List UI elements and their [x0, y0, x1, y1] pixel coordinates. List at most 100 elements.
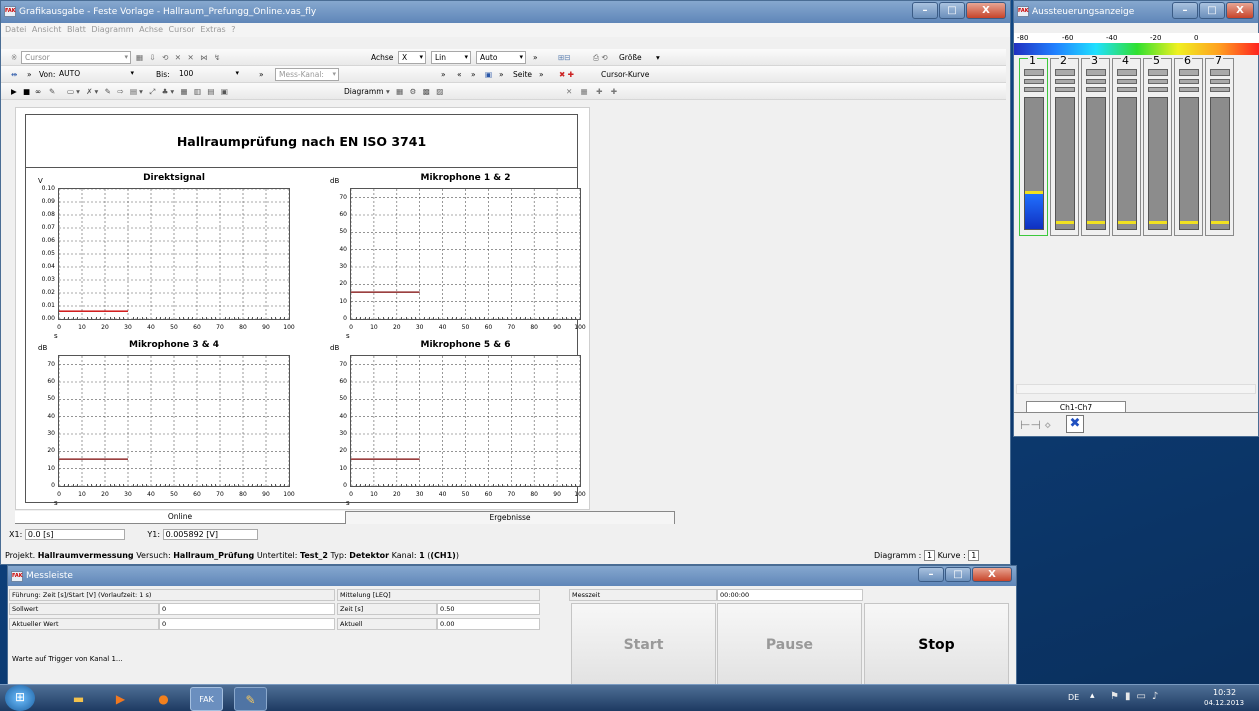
maximize-button[interactable]: □: [939, 2, 965, 19]
groesse-label[interactable]: Größe: [619, 49, 642, 66]
chevron-icon-4[interactable]: »: [471, 66, 476, 83]
plot-area: [58, 188, 290, 320]
x-minor-tick: [460, 317, 462, 320]
menu-extras[interactable]: Extras: [200, 25, 225, 34]
versuch-value: Hallraum_Prüfung: [173, 551, 255, 560]
bis-combo[interactable]: 100: [176, 68, 241, 81]
menu-diagramm[interactable]: Diagramm: [91, 25, 133, 34]
tray-icons[interactable]: ⚑▮▭♪: [1110, 691, 1164, 702]
x-minor-tick: [451, 317, 453, 320]
play-icon[interactable]: ▶: [11, 83, 17, 100]
cross-icon[interactable]: ✖: [1066, 415, 1084, 433]
meter-channel-2[interactable]: 2: [1050, 55, 1079, 236]
scale-combo[interactable]: Lin: [431, 51, 471, 64]
messleiste-titlebar[interactable]: FAK Messleiste – □ X: [8, 566, 1016, 586]
plot-svg[interactable]: [59, 189, 289, 319]
cursor-combo[interactable]: Cursor: [21, 51, 131, 64]
meter-channel-1[interactable]: 1: [1019, 55, 1048, 236]
paint-icon[interactable]: ✎: [234, 687, 267, 711]
y-tick-label: 0.05: [41, 250, 55, 257]
zeit-value[interactable]: 0.50: [437, 603, 540, 615]
meter-peak-box: [1179, 87, 1199, 92]
chevron-icon-2[interactable]: »: [259, 66, 264, 83]
toolbar3-icons[interactable]: ▭▾ ✗▾ ✎ ⇨ ▤▾ ⤢ ♣▾ ▦ ▥ ▤ ▣: [67, 83, 230, 100]
x-minor-tick: [91, 484, 93, 487]
fit-width-icon[interactable]: ⊢⊣: [1020, 418, 1041, 432]
pause-button[interactable]: Pause: [717, 603, 862, 686]
diagramm-icons[interactable]: ▾ ▦ ⚙ ▩ ▨: [386, 83, 445, 100]
chevron-icon[interactable]: »: [27, 66, 32, 83]
x-minor-tick: [470, 484, 472, 487]
loop-icon[interactable]: ∞: [35, 83, 41, 100]
x-minor-tick: [68, 484, 70, 487]
von-combo[interactable]: AUTO: [56, 68, 136, 81]
chevron-icon-3[interactable]: »: [441, 66, 446, 83]
menu-blatt[interactable]: Blatt: [67, 25, 86, 34]
menu-achse[interactable]: Achse: [139, 25, 163, 34]
meter-channel-6[interactable]: 6: [1174, 55, 1203, 236]
cursor-tools-icons[interactable]: ▦ ⇩ ⟲ ✕ ✕ ⋈ ↯: [136, 49, 222, 66]
zoom-icon[interactable]: ⇹: [11, 66, 17, 83]
plot-svg[interactable]: [59, 356, 289, 486]
stop-button[interactable]: Stop: [864, 603, 1009, 686]
sollwert-value: 0: [159, 603, 335, 615]
start-orb-icon[interactable]: ⊞: [5, 685, 35, 711]
minimize-button[interactable]: –: [912, 2, 938, 19]
clock-date[interactable]: 04.12.2013: [1204, 699, 1244, 707]
save-icon[interactable]: ▣: [485, 66, 492, 83]
chevron-icon-5[interactable]: »: [499, 66, 504, 83]
start-button[interactable]: Start: [571, 603, 716, 686]
menu-ansicht[interactable]: Ansicht: [32, 25, 62, 34]
meter-maximize-button[interactable]: □: [1199, 2, 1225, 19]
groesse-dropdown-icon[interactable]: ▾: [656, 49, 660, 66]
print-icon[interactable]: ⎙ ⟲: [593, 49, 608, 66]
meter-channel-4[interactable]: 4: [1112, 55, 1141, 236]
diagramm-status-value[interactable]: 1: [923, 550, 936, 561]
range-combo[interactable]: Auto: [476, 51, 526, 64]
firefox-icon[interactable]: ●: [147, 687, 180, 711]
x-minor-tick: [141, 484, 143, 487]
cursor-curve-icon[interactable]: ✖ ✚: [559, 66, 574, 83]
menu-datei[interactable]: Datei: [5, 25, 26, 34]
diagramm-label[interactable]: Diagramm: [344, 83, 384, 100]
messleiste-maximize-button[interactable]: □: [945, 567, 971, 582]
marker-icons[interactable]: ✕ ▦ ✚ ✚: [566, 83, 620, 100]
meter-channel-7[interactable]: 7: [1205, 55, 1234, 236]
messkanal-combo[interactable]: Mess-Kanal:: [275, 68, 339, 81]
achse-combo[interactable]: X: [398, 51, 426, 64]
meter-channel-5[interactable]: 5: [1143, 55, 1172, 236]
meter-scrollbar[interactable]: [1016, 384, 1256, 394]
clock-time[interactable]: 10:32: [1213, 688, 1236, 697]
meter-close-button[interactable]: X: [1226, 2, 1254, 19]
main-titlebar[interactable]: FAK Grafikausgabe - Feste Vorlage - Hall…: [1, 1, 1010, 23]
cursor-tool-icon[interactable]: ※: [11, 49, 17, 66]
messleiste-minimize-button[interactable]: –: [918, 567, 944, 582]
meter-channel-3[interactable]: 3: [1081, 55, 1110, 236]
meter-app-icon: FAK: [1017, 6, 1029, 17]
fak-app-icon[interactable]: FAK: [190, 687, 223, 711]
more-chevron-icon[interactable]: »: [533, 49, 538, 66]
explorer-icon[interactable]: ▬: [62, 687, 95, 711]
brush-icon[interactable]: ✎: [49, 83, 55, 100]
stop-icon[interactable]: ■: [23, 83, 30, 100]
plot-svg[interactable]: [351, 189, 580, 319]
kurve-status-value[interactable]: 1: [968, 550, 980, 561]
tab-online[interactable]: Online: [15, 511, 345, 524]
menu-help[interactable]: ?: [231, 25, 235, 34]
kanal-label: Kanal:: [391, 551, 417, 560]
tray-chevron-icon[interactable]: ▴: [1090, 691, 1095, 701]
lang-indicator[interactable]: DE: [1068, 693, 1079, 702]
menu-cursor[interactable]: Cursor: [169, 25, 195, 34]
meter-minimize-button[interactable]: –: [1172, 2, 1198, 19]
plot-svg[interactable]: [351, 356, 580, 486]
meter-titlebar[interactable]: FAK Aussteuerungsanzeige – □ X: [1014, 1, 1258, 23]
prev-page-icon[interactable]: «: [457, 66, 462, 83]
messleiste-close-button[interactable]: X: [972, 567, 1012, 582]
media-player-icon[interactable]: ▶: [104, 687, 137, 711]
fit-center-icon[interactable]: ⋄: [1044, 418, 1052, 432]
seite-label[interactable]: Seite: [513, 66, 532, 83]
tab-ergebnisse[interactable]: Ergebnisse: [345, 511, 675, 524]
chevron-icon-6[interactable]: »: [539, 66, 544, 83]
layout-icon[interactable]: ⊞⊟: [558, 49, 571, 66]
close-button[interactable]: X: [966, 2, 1006, 19]
